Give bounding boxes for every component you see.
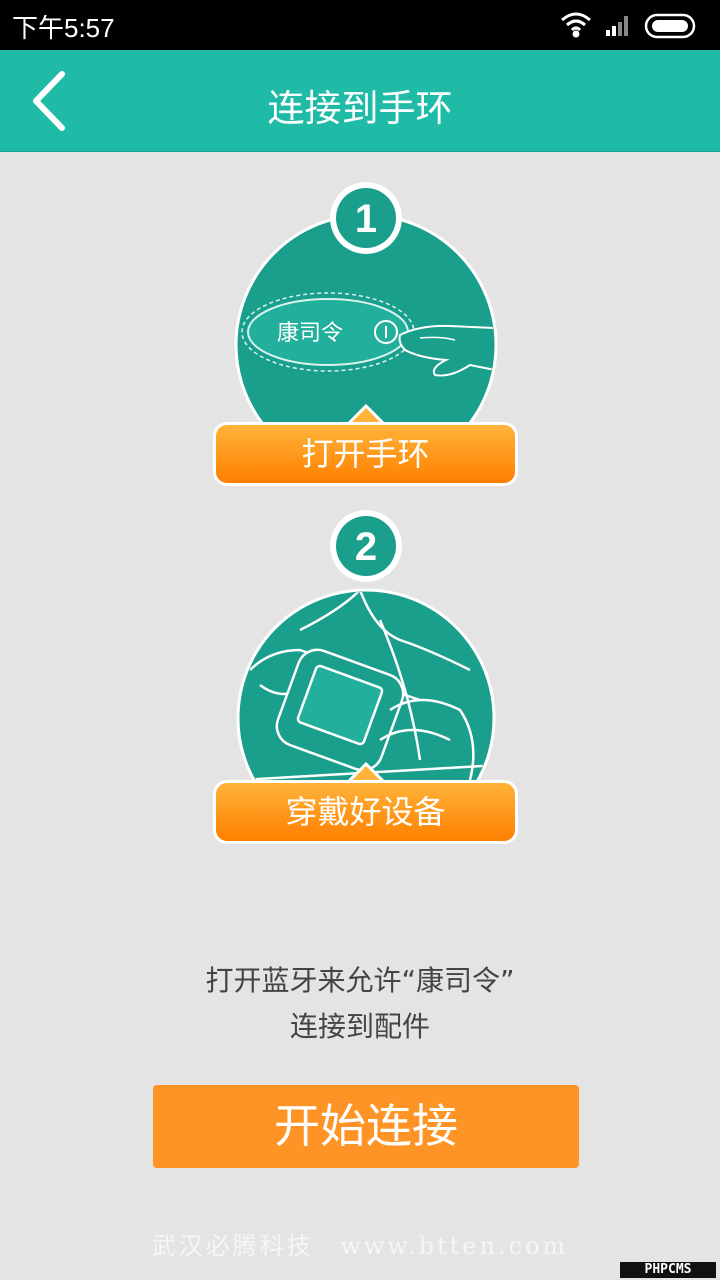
bluetooth-hint: 打开蓝牙来允许“康司令” 连接到配件 [0, 958, 720, 1050]
footer-company: 武汉必腾科技 [151, 1232, 314, 1260]
hint-line-1: 打开蓝牙来允许“康司令” [205, 964, 515, 997]
start-connect-button[interactable]: 开始连接 [153, 1085, 579, 1168]
step-2-number: 2 [355, 525, 377, 569]
step-2-label: 穿戴好设备 [213, 780, 518, 844]
step-1-label: 打开手环 [213, 422, 518, 486]
status-bar: 下午5:57 [0, 0, 720, 50]
page-title: 连接到手环 [267, 87, 453, 130]
footer-url: www.btten.com [340, 1232, 569, 1260]
step-1: 1 康司令 打开手环 [0, 160, 720, 500]
signal-icon [606, 16, 628, 36]
footer: 武汉必腾科技 www.btten.com [0, 1226, 720, 1261]
hint-line-2: 连接到配件 [289, 1010, 430, 1043]
status-time: 下午5:57 [12, 13, 115, 43]
battery-icon [644, 13, 696, 39]
header-bar: 连接到手环 [0, 50, 720, 152]
watermark: PHPCMS [620, 1262, 716, 1278]
step-1-illustration: 1 康司令 [234, 182, 498, 460]
device-label: 康司令 [277, 321, 343, 346]
status-icons [560, 10, 710, 40]
step-2: 2 穿戴好设备 [0, 510, 720, 850]
step-1-number: 1 [355, 197, 377, 241]
wifi-icon [561, 12, 591, 38]
step-2-illustration: 2 [236, 510, 496, 810]
